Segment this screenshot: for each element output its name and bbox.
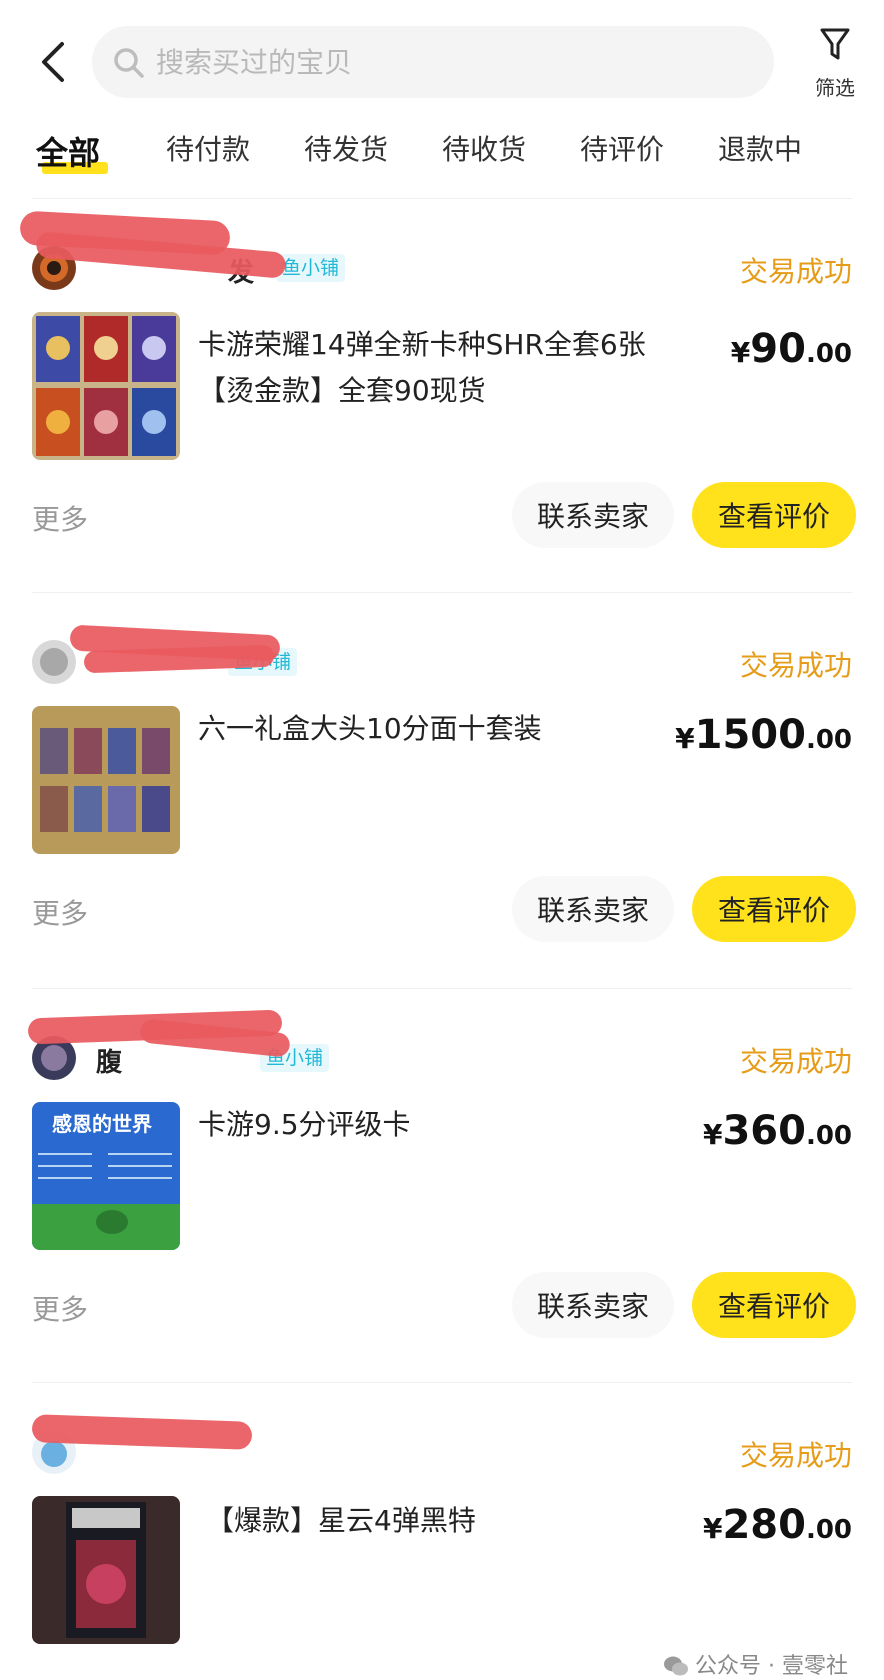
- contact-seller-button[interactable]: 联系卖家: [512, 1272, 674, 1338]
- more-button[interactable]: 更多: [32, 1288, 88, 1328]
- back-button[interactable]: [34, 38, 74, 86]
- price-decimal: .00: [805, 1121, 852, 1151]
- order-status: 交易成功: [739, 1439, 852, 1472]
- tab-label: 待收货: [442, 133, 527, 166]
- price-decimal: .00: [805, 339, 852, 369]
- shop-badge: 鱼小铺: [276, 254, 346, 282]
- price-currency: ¥: [702, 1118, 723, 1151]
- divider: [32, 592, 852, 593]
- seller-name: 腹: [96, 1048, 123, 1078]
- avatar: [32, 640, 76, 684]
- tab-pending-payment[interactable]: 待付款: [166, 128, 250, 178]
- order-status: 交易成功: [739, 255, 852, 288]
- product-price: ¥1500.00: [675, 712, 852, 758]
- thumbnail-caption: 感恩的世界: [52, 1112, 152, 1136]
- filter-label: 筛选: [815, 76, 855, 100]
- price-integer: 280: [722, 1502, 806, 1548]
- product-title[interactable]: 卡游9.5分评级卡: [198, 1102, 698, 1148]
- chevron-left-icon: [42, 42, 64, 82]
- tab-all[interactable]: 全部: [36, 128, 108, 178]
- watermark-text: 公众号 · 壹零社: [695, 1654, 848, 1679]
- price-currency: ¥: [730, 336, 751, 369]
- header: 筛选: [0, 0, 884, 120]
- price-integer: 1500: [694, 712, 806, 758]
- wechat-icon: [664, 1656, 689, 1676]
- order-card: 发 鱼小铺 交易成功 卡游荣耀14弹全新卡种SHR全套6张【烫金款】全套90现货…: [0, 200, 884, 592]
- view-review-button[interactable]: 查看评价: [692, 482, 856, 548]
- search-icon: [114, 48, 144, 78]
- view-review-button[interactable]: 查看评价: [692, 876, 856, 942]
- order-tabs: 全部 待付款 待发货 待收货 待评价 退款中: [0, 118, 884, 198]
- product-title[interactable]: 【爆款】星云4弹黑特: [206, 1498, 706, 1544]
- product-title[interactable]: 卡游荣耀14弹全新卡种SHR全套6张【烫金款】全套90现货: [198, 322, 698, 414]
- tab-refunding[interactable]: 退款中: [718, 128, 802, 178]
- divider: [32, 198, 852, 199]
- price-currency: ¥: [675, 722, 695, 755]
- contact-seller-button[interactable]: 联系卖家: [512, 482, 674, 548]
- product-price: ¥90.00: [731, 326, 852, 372]
- order-card: 腹 鱼小铺 交易成功 感恩的世界 卡游9.5分评级卡 ¥360.00 更多 联系…: [0, 990, 884, 1382]
- tab-pending-shipment[interactable]: 待发货: [304, 128, 388, 178]
- price-decimal: .00: [805, 725, 852, 755]
- divider: [32, 988, 852, 989]
- tab-label: 待发货: [304, 133, 389, 166]
- product-title[interactable]: 六一礼盒大头10分面十套装: [198, 706, 698, 752]
- order-card: 交易成功 【爆款】星云4弹黑特 ¥280.00: [0, 1384, 884, 1678]
- product-price: ¥360.00: [703, 1108, 852, 1154]
- filter-icon: [820, 28, 850, 60]
- order-status: 交易成功: [739, 649, 852, 682]
- divider: [32, 1382, 852, 1383]
- tab-pending-receipt[interactable]: 待收货: [442, 128, 526, 178]
- tab-label: 待付款: [166, 133, 251, 166]
- watermark: 公众号 · 壹零社: [663, 1648, 848, 1680]
- search-bar[interactable]: [92, 26, 774, 98]
- contact-seller-button[interactable]: 联系卖家: [512, 876, 674, 942]
- price-integer: 90: [750, 326, 806, 372]
- product-thumbnail[interactable]: [32, 312, 180, 460]
- tab-pending-review[interactable]: 待评价: [580, 128, 664, 178]
- filter-button[interactable]: 筛选: [800, 26, 870, 106]
- product-thumbnail[interactable]: [32, 1496, 180, 1644]
- tab-label: 待评价: [580, 133, 665, 166]
- tab-label: 退款中: [718, 133, 803, 166]
- price-currency: ¥: [702, 1512, 723, 1545]
- product-price: ¥280.00: [703, 1502, 852, 1548]
- price-integer: 360: [722, 1108, 806, 1154]
- search-input[interactable]: [156, 26, 736, 98]
- product-thumbnail[interactable]: 感恩的世界: [32, 1102, 180, 1250]
- order-card: 鱼小铺 交易成功 六一礼盒大头10分面十套装 ¥1500.00 更多 联系卖家 …: [0, 594, 884, 986]
- order-status: 交易成功: [739, 1045, 852, 1078]
- more-button[interactable]: 更多: [32, 498, 88, 538]
- price-decimal: .00: [805, 1515, 852, 1545]
- product-thumbnail[interactable]: [32, 706, 180, 854]
- view-review-button[interactable]: 查看评价: [692, 1272, 856, 1338]
- more-button[interactable]: 更多: [32, 892, 88, 932]
- tab-label: 全部: [36, 134, 101, 172]
